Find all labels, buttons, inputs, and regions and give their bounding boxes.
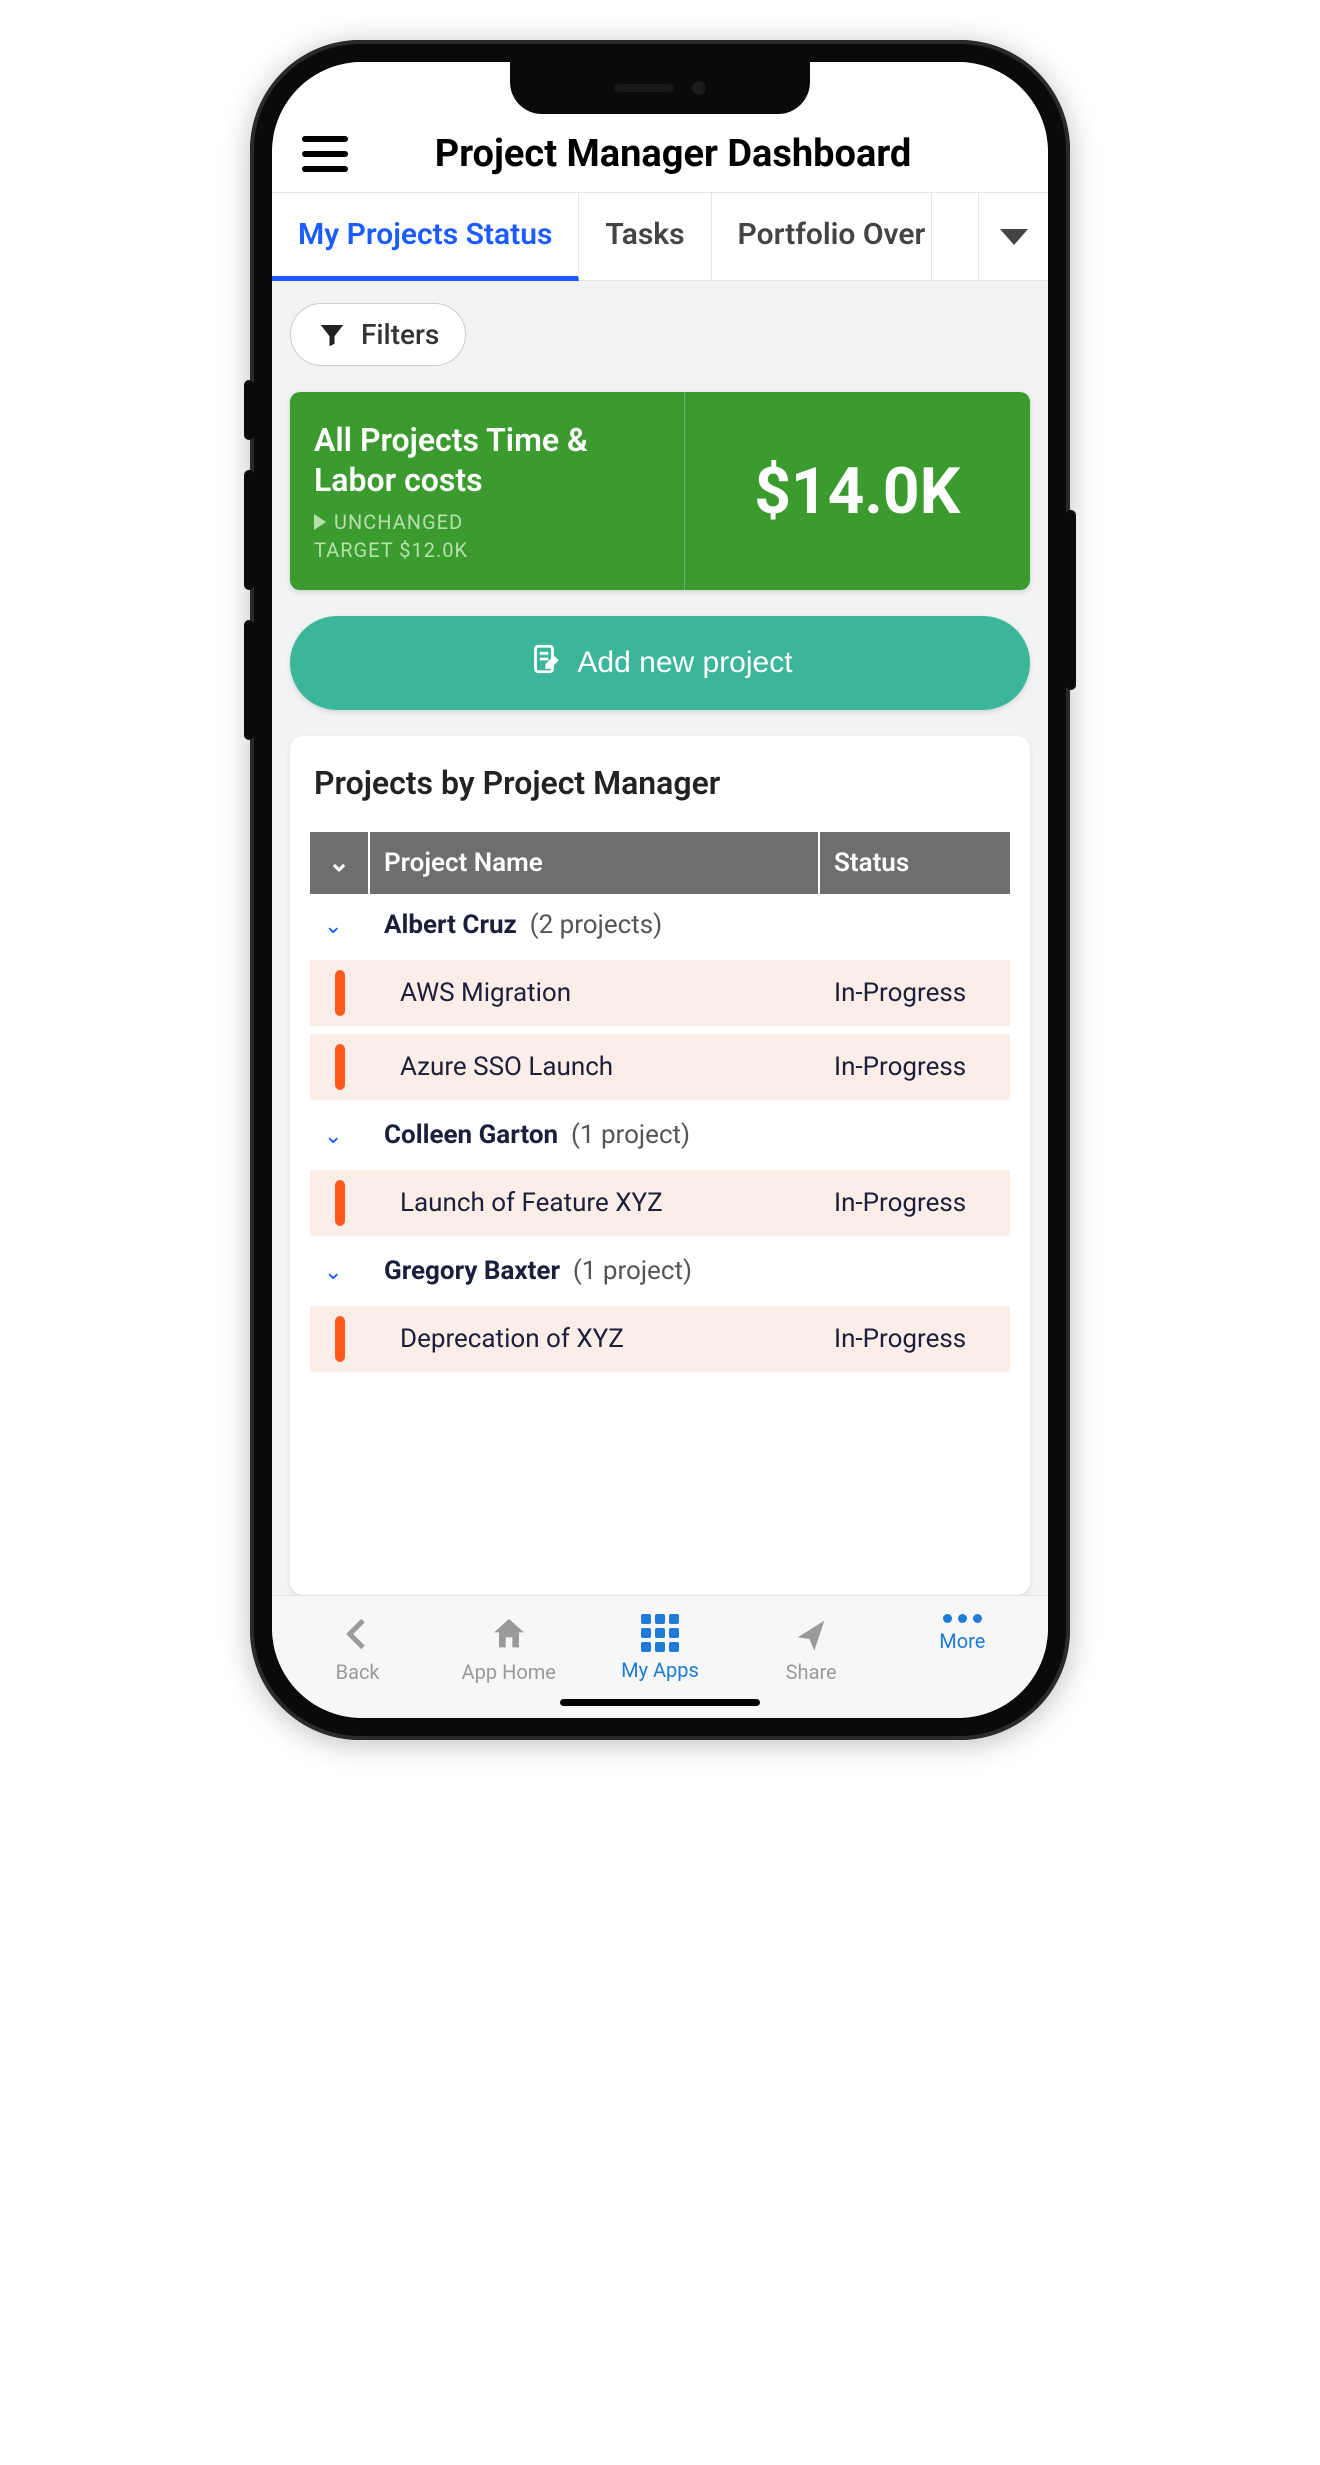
project-status-cell: In-Progress: [820, 1302, 1010, 1376]
table-row[interactable]: Azure SSO Launch In-Progress: [310, 1030, 1010, 1104]
add-new-project-button[interactable]: Add new project: [290, 616, 1030, 710]
manager-count: (1 project): [571, 1120, 690, 1150]
filters-button[interactable]: Filters: [290, 303, 466, 366]
device-notch: [510, 62, 810, 114]
project-name-cell: AWS Migration: [370, 956, 820, 1030]
status-color-bar: [335, 970, 345, 1016]
grid-icon: [641, 1614, 679, 1652]
manager-name: Colleen Garton: [384, 1120, 558, 1150]
kpi-left: All Projects Time & Labor costs UNCHANGE…: [290, 392, 685, 590]
nav-label: More: [939, 1629, 985, 1653]
chevron-down-icon: ⌄: [324, 1260, 342, 1285]
kpi-target: TARGET $12.0K: [314, 538, 660, 562]
table-row[interactable]: Launch of Feature XYZ In-Progress: [310, 1166, 1010, 1240]
manager-name: Albert Cruz: [384, 910, 517, 940]
status-color-bar: [335, 1316, 345, 1362]
tab-tasks[interactable]: Tasks: [579, 193, 711, 280]
funnel-icon: [317, 320, 347, 350]
manager-name: Gregory Baxter: [384, 1256, 560, 1286]
phone-frame: Project Manager Dashboard My Projects St…: [250, 40, 1070, 1740]
status-color-bar: [335, 1044, 345, 1090]
nav-label: My Apps: [621, 1658, 699, 1682]
add-project-label: Add new project: [577, 646, 792, 680]
project-name-cell: Launch of Feature XYZ: [370, 1166, 820, 1240]
nav-label: App Home: [462, 1660, 556, 1684]
chevron-down-icon: ⌄: [324, 914, 342, 939]
table-row[interactable]: Deprecation of XYZ In-Progress: [310, 1302, 1010, 1376]
project-status-cell: In-Progress: [820, 1030, 1010, 1104]
tabs-bar: My Projects Status Tasks Portfolio Over: [272, 193, 1048, 281]
projects-table: ⌄ Project Name Status ⌄ Alber: [310, 832, 1010, 1376]
header-expand-col[interactable]: ⌄: [310, 832, 370, 894]
tab-portfolio-overview[interactable]: Portfolio Over: [712, 193, 932, 280]
projects-card-title: Projects by Project Manager: [310, 764, 1010, 802]
header-status[interactable]: Status: [820, 832, 1010, 894]
tab-my-projects-status[interactable]: My Projects Status: [272, 193, 579, 281]
projects-by-manager-card: Projects by Project Manager ⌄ Project Na…: [290, 736, 1030, 1595]
tabs-overflow-dropdown[interactable]: [978, 193, 1048, 280]
project-status-cell: In-Progress: [820, 956, 1010, 1030]
nav-label: Share: [786, 1660, 837, 1684]
chevron-left-icon: [338, 1614, 378, 1654]
nav-label: Back: [336, 1660, 380, 1684]
manager-count: (2 projects): [530, 910, 663, 940]
kpi-right: $14.0K: [685, 392, 1031, 590]
table-header-row: ⌄ Project Name Status: [310, 832, 1010, 894]
kpi-value: $14.0K: [754, 454, 960, 529]
project-name-cell: Deprecation of XYZ: [370, 1302, 820, 1376]
kpi-change: UNCHANGED: [314, 510, 660, 534]
caret-down-icon: [1000, 229, 1028, 245]
header-project-name[interactable]: Project Name: [370, 832, 820, 894]
screen: Project Manager Dashboard My Projects St…: [272, 62, 1048, 1718]
nav-my-apps[interactable]: My Apps: [605, 1614, 715, 1682]
kpi-title: All Projects Time & Labor costs: [314, 420, 660, 500]
projects-table-wrap[interactable]: ⌄ Project Name Status ⌄ Alber: [310, 832, 1010, 1595]
home-indicator: [560, 1699, 760, 1706]
nav-back[interactable]: Back: [303, 1614, 413, 1684]
nav-app-home[interactable]: App Home: [454, 1614, 564, 1684]
home-icon: [489, 1614, 529, 1654]
project-name-cell: Azure SSO Launch: [370, 1030, 820, 1104]
play-icon: [314, 514, 326, 530]
document-edit-icon: [527, 642, 561, 684]
share-icon: [791, 1614, 831, 1654]
menu-icon[interactable]: [302, 136, 348, 172]
kpi-card-labor-costs[interactable]: All Projects Time & Labor costs UNCHANGE…: [290, 392, 1030, 590]
group-row[interactable]: ⌄ Gregory Baxter (1 project): [310, 1240, 1010, 1302]
nav-share[interactable]: Share: [756, 1614, 866, 1684]
filters-label: Filters: [361, 318, 439, 351]
group-row[interactable]: ⌄ Colleen Garton (1 project): [310, 1104, 1010, 1166]
table-row[interactable]: AWS Migration In-Progress: [310, 956, 1010, 1030]
manager-count: (1 project): [573, 1256, 692, 1286]
bottom-nav: Back App Home My Apps Share More: [272, 1595, 1048, 1718]
dashboard-body: Filters All Projects Time & Labor costs …: [272, 281, 1048, 1595]
chevron-down-icon: ⌄: [328, 848, 350, 878]
status-color-bar: [335, 1180, 345, 1226]
nav-more[interactable]: More: [907, 1614, 1017, 1653]
chevron-down-icon: ⌄: [324, 1124, 342, 1149]
project-status-cell: In-Progress: [820, 1166, 1010, 1240]
group-row[interactable]: ⌄ Albert Cruz (2 projects): [310, 894, 1010, 956]
more-dots-icon: [943, 1614, 982, 1623]
page-title: Project Manager Dashboard: [368, 132, 1018, 176]
